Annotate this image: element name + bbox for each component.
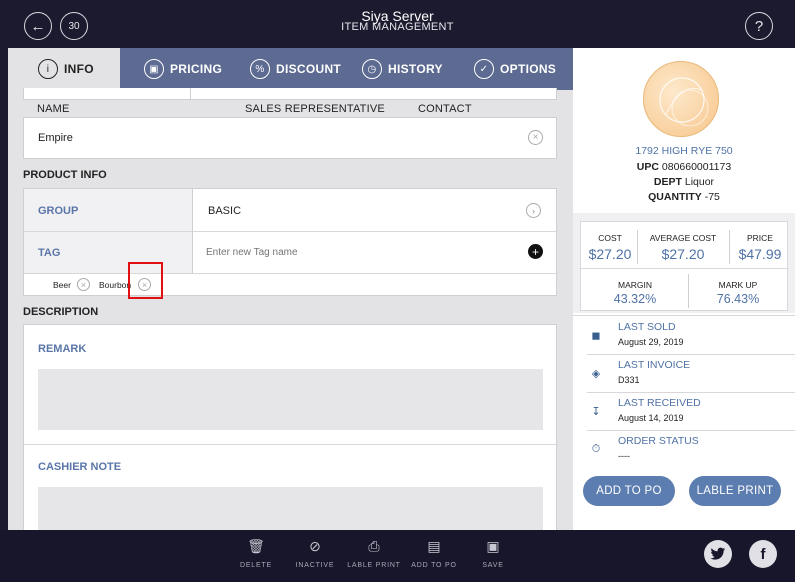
- last-received-value: August 14, 2019: [618, 413, 684, 423]
- last-received-title: LAST RECEIVED: [618, 397, 701, 409]
- order-status-value: ----: [618, 451, 630, 461]
- vendor-row[interactable]: Empire ×: [23, 117, 557, 159]
- markup-label: MARK UP: [718, 280, 758, 290]
- item-name: 1792 HIGH RYE 750: [635, 145, 733, 157]
- inactive-button[interactable]: ⊘ INACTIVE: [285, 538, 345, 569]
- layers-icon: ◈: [591, 367, 601, 380]
- cashier-note-field[interactable]: [38, 487, 543, 530]
- bag-icon: ◼: [591, 329, 601, 342]
- stats-card: COST $27.20 AVERAGE COST $27.20 PRICE $4…: [580, 221, 788, 311]
- last-received-row: ↧ LAST RECEIVED August 14, 2019: [573, 393, 795, 431]
- price-value: $47.99: [738, 246, 782, 262]
- receive-icon: ↧: [591, 405, 601, 418]
- margin-value: 43.32%: [613, 292, 657, 306]
- item-dept: DEPT Liquor: [653, 176, 715, 188]
- bottle-graphic-icon: [659, 77, 709, 127]
- vendor-name: Empire: [38, 132, 73, 144]
- vendor-contact-header: CONTACT: [418, 103, 472, 115]
- markup-value: 76.43%: [716, 292, 760, 306]
- bottom-toolbar: 🗑 DELETE ⊘ INACTIVE ⎙ LABLE PRINT ▤ ADD …: [0, 530, 795, 582]
- tab-discount[interactable]: % DISCOUNT: [250, 48, 360, 90]
- top-bar: ← 30 Siya Server ITEM MANAGEMENT ?: [0, 0, 795, 48]
- cost-label: COST: [598, 233, 622, 243]
- check-icon: ✓: [474, 59, 494, 79]
- margin-label: MARGIN: [618, 280, 652, 290]
- item-summary-panel: 1792 HIGH RYE 750 UPC 080660001173 DEPT …: [573, 48, 795, 530]
- remark-field[interactable]: [38, 369, 543, 430]
- item-detail-panel: i INFO ▣ PRICING % DISCOUNT ◷ HISTORY ✓ OPTIO…: [8, 48, 573, 530]
- description-card: REMARK CASHIER NOTE: [23, 324, 558, 530]
- product-image: [643, 61, 719, 137]
- tag-label: TAG: [38, 247, 61, 259]
- remove-tag-beer-icon[interactable]: ×: [77, 278, 90, 291]
- description-title: DESCRIPTION: [23, 306, 99, 318]
- tab-info[interactable]: i INFO: [8, 48, 120, 90]
- label-print-button[interactable]: LABLE PRINT: [689, 476, 781, 506]
- percent-icon: %: [250, 59, 270, 79]
- group-value[interactable]: BASIC: [208, 205, 241, 217]
- add-to-po-button[interactable]: ADD TO PO: [583, 476, 675, 506]
- vendor-rep-header: SALES REPRESENTATIVE: [245, 103, 385, 115]
- tab-bar: i INFO ▣ PRICING % DISCOUNT ◷ HISTORY ✓ OPTIO…: [8, 48, 573, 90]
- average-cost-value: $27.20: [661, 246, 705, 262]
- price-label: PRICE: [747, 233, 773, 243]
- item-upc: UPC 080660001173: [636, 161, 732, 173]
- previous-card-edge: [23, 88, 557, 100]
- last-sold-row: ◼ LAST SOLD August 29, 2019: [573, 317, 795, 355]
- cost-value: $27.20: [588, 246, 632, 262]
- group-label: GROUP: [38, 205, 79, 217]
- save-icon: ▣: [486, 538, 500, 554]
- printer-icon: ⎙: [368, 538, 380, 554]
- last-sold-value: August 29, 2019: [618, 337, 684, 347]
- product-info-title: PRODUCT INFO: [23, 169, 107, 181]
- money-icon: ▣: [144, 59, 164, 79]
- twitter-icon[interactable]: [704, 540, 732, 568]
- order-status-row: ⏱ ORDER STATUS ----: [573, 431, 795, 469]
- add-tag-icon[interactable]: +: [528, 244, 543, 259]
- tab-history[interactable]: ◷ HISTORY: [362, 48, 462, 90]
- trash-icon: 🗑: [247, 538, 265, 554]
- app-subtitle: ITEM MANAGEMENT: [341, 21, 454, 33]
- chevron-right-icon[interactable]: ›: [526, 203, 541, 218]
- toolbar-label-print-button[interactable]: ⎙ LABLE PRINT: [344, 538, 404, 569]
- last-sold-title: LAST SOLD: [618, 321, 676, 333]
- average-cost-label: AVERAGE COST: [649, 233, 717, 243]
- product-info-card: GROUP BASIC › TAG + Beer × Bourbon ×: [23, 188, 558, 296]
- highlight-box: [128, 262, 163, 299]
- info-icon: i: [38, 59, 58, 79]
- inactive-icon: ⊘: [309, 538, 321, 554]
- tag-chip-bourbon: Bourbon: [99, 280, 132, 290]
- delete-button[interactable]: 🗑 DELETE: [226, 538, 286, 569]
- save-button[interactable]: ▣ SAVE: [463, 538, 523, 569]
- cashier-note-label: CASHIER NOTE: [38, 461, 122, 473]
- toolbar-add-to-po-button[interactable]: ▤ ADD TO PO: [404, 538, 464, 569]
- tag-input[interactable]: [206, 241, 506, 263]
- remark-label: REMARK: [38, 343, 87, 355]
- tag-chip-beer: Beer: [53, 280, 71, 290]
- item-quantity: QUANTITY -75: [648, 191, 720, 203]
- last-invoice-row: ◈ LAST INVOICE D331: [573, 355, 795, 393]
- po-icon: ▤: [427, 538, 441, 554]
- tab-options[interactable]: ✓ OPTIONS: [474, 48, 573, 90]
- clock-icon: ◷: [362, 59, 382, 79]
- timer-icon: ⏱: [591, 442, 601, 455]
- remove-vendor-icon[interactable]: ×: [528, 130, 543, 145]
- last-invoice-value: D331: [618, 375, 640, 385]
- vendor-name-header: NAME: [37, 103, 70, 115]
- facebook-icon[interactable]: f: [749, 540, 777, 568]
- help-icon[interactable]: ?: [745, 12, 773, 40]
- last-invoice-title: LAST INVOICE: [618, 359, 691, 371]
- tab-pricing[interactable]: ▣ PRICING: [144, 48, 244, 90]
- order-status-title: ORDER STATUS: [618, 435, 699, 447]
